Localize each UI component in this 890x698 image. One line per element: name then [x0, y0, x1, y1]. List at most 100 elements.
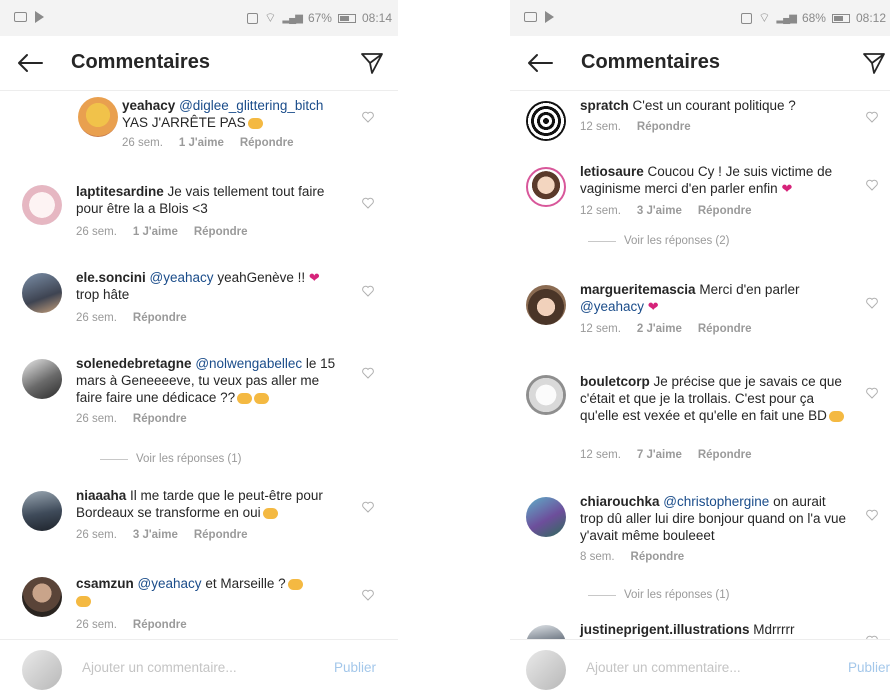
- comment-list[interactable]: spratch C'est un courant politique ? 12 …: [510, 91, 890, 641]
- avatar[interactable]: [22, 577, 62, 617]
- avatar[interactable]: [22, 359, 62, 399]
- comment-mention[interactable]: @diglee_glittering_bitch: [179, 98, 323, 113]
- comment-username[interactable]: yeahacy: [122, 98, 175, 113]
- avatar[interactable]: [526, 285, 566, 325]
- comment-username[interactable]: ele.soncini: [76, 270, 146, 285]
- battery-percent: 67%: [307, 11, 332, 25]
- phone-screen-left: ⌔ ▂▄▆ 67% 08:14 Commentaires yeahacy @di…: [0, 0, 398, 698]
- comment-time: 26 sem.: [76, 413, 117, 425]
- reply-button[interactable]: Répondre: [194, 529, 248, 541]
- comment-likes[interactable]: 1 J'aime: [133, 226, 178, 238]
- emoji-icon: [247, 117, 263, 129]
- comment-username[interactable]: solenedebretagne: [76, 356, 192, 371]
- avatar[interactable]: [526, 167, 566, 207]
- like-heart-icon[interactable]: [866, 111, 878, 123]
- emoji-icon: [287, 578, 303, 590]
- back-arrow-icon[interactable]: [16, 51, 44, 75]
- view-replies-link[interactable]: Voir les réponses (2): [588, 235, 729, 247]
- battery-percent: 68%: [801, 11, 826, 25]
- avatar[interactable]: [22, 273, 62, 313]
- status-time: 08:12: [855, 11, 886, 25]
- alarm-icon: [741, 12, 753, 24]
- emoji-icon: [237, 392, 253, 404]
- comment-mention[interactable]: @nolwengabellec: [195, 356, 302, 371]
- comment-username[interactable]: margueritemascia: [580, 282, 696, 297]
- reply-button[interactable]: Répondre: [631, 551, 685, 563]
- comment-likes[interactable]: 7 J'aime: [637, 449, 682, 461]
- like-heart-icon[interactable]: [362, 501, 374, 513]
- back-arrow-icon[interactable]: [526, 51, 554, 75]
- avatar: [22, 650, 62, 690]
- comment-text: C'est un courant politique ?: [632, 98, 796, 113]
- avatar: [526, 650, 566, 690]
- comment-username[interactable]: letiosaure: [580, 164, 644, 179]
- like-heart-icon[interactable]: [362, 285, 374, 297]
- comment-text: Mdrrrrr: [753, 622, 795, 637]
- comment-text: yeahGenève !!: [217, 270, 306, 285]
- view-replies-link[interactable]: Voir les réponses (1): [100, 453, 241, 465]
- publish-button[interactable]: Publier: [848, 660, 890, 675]
- comment-username[interactable]: csamzun: [76, 576, 134, 591]
- reply-button[interactable]: Répondre: [194, 226, 248, 238]
- comment-mention[interactable]: @christophergine: [663, 494, 769, 509]
- comment-input[interactable]: [586, 660, 786, 675]
- comment-mention[interactable]: @yeahacy: [138, 576, 202, 591]
- reply-button[interactable]: Répondre: [133, 312, 187, 324]
- header: Commentaires: [510, 36, 890, 91]
- emoji-icon: [828, 410, 844, 422]
- comment-likes[interactable]: 1 J'aime: [179, 137, 224, 149]
- view-replies-link[interactable]: Voir les réponses (1): [588, 589, 729, 601]
- comment-time: 12 sem.: [580, 205, 621, 217]
- heart-emoji-icon: ❤: [781, 181, 793, 196]
- comment-time: 26 sem.: [76, 529, 117, 541]
- like-heart-icon[interactable]: [362, 111, 374, 123]
- like-heart-icon[interactable]: [866, 179, 878, 191]
- avatar[interactable]: [526, 497, 566, 537]
- alarm-icon: [247, 12, 259, 24]
- comment-time: 12 sem.: [580, 121, 621, 133]
- status-time: 08:14: [361, 11, 392, 25]
- send-icon[interactable]: [862, 51, 886, 75]
- comment-username[interactable]: justineprigent.illustrations: [580, 622, 750, 637]
- like-heart-icon[interactable]: [866, 387, 878, 399]
- comment-likes[interactable]: 3 J'aime: [133, 529, 178, 541]
- heart-emoji-icon: ❤: [647, 299, 659, 314]
- comment-username[interactable]: bouletcorp: [580, 374, 650, 389]
- comment-time: 26 sem.: [122, 137, 163, 149]
- like-heart-icon[interactable]: [866, 509, 878, 521]
- reply-button[interactable]: Répondre: [240, 137, 294, 149]
- comment-list[interactable]: yeahacy @diglee_glittering_bitch YAS J'A…: [0, 91, 398, 641]
- avatar[interactable]: [526, 375, 566, 415]
- like-heart-icon[interactable]: [866, 297, 878, 309]
- avatar[interactable]: [22, 185, 62, 225]
- comment-username[interactable]: chiarouchka: [580, 494, 660, 509]
- comment-username[interactable]: spratch: [580, 98, 629, 113]
- like-heart-icon[interactable]: [362, 589, 374, 601]
- reply-button[interactable]: Répondre: [133, 413, 187, 425]
- reply-button[interactable]: Répondre: [698, 449, 752, 461]
- comment-mention[interactable]: @yeahacy: [150, 270, 214, 285]
- like-heart-icon[interactable]: [362, 197, 374, 209]
- status-bar: ⌔ ▂▄▆ 67% 08:14: [0, 0, 398, 36]
- reply-button[interactable]: Répondre: [637, 121, 691, 133]
- comment-mention[interactable]: @yeahacy: [580, 299, 644, 314]
- comment-username[interactable]: niaaaha: [76, 488, 126, 503]
- comment-likes[interactable]: 2 J'aime: [637, 323, 682, 335]
- reply-button[interactable]: Répondre: [698, 205, 752, 217]
- heart-emoji-icon: ❤: [308, 270, 320, 285]
- avatar[interactable]: [526, 101, 566, 141]
- divider: [588, 240, 616, 242]
- send-icon[interactable]: [360, 51, 384, 75]
- publish-button[interactable]: Publier: [334, 660, 376, 675]
- comment-input[interactable]: [82, 660, 282, 675]
- avatar[interactable]: [78, 97, 118, 137]
- reply-button[interactable]: Répondre: [133, 619, 187, 631]
- divider: [100, 458, 128, 460]
- signal-icon: ▂▄▆: [282, 12, 302, 24]
- comment-likes[interactable]: 3 J'aime: [637, 205, 682, 217]
- like-heart-icon[interactable]: [362, 367, 374, 379]
- reply-button[interactable]: Répondre: [698, 323, 752, 335]
- comment-username[interactable]: laptitesardine: [76, 184, 164, 199]
- divider: [588, 594, 616, 596]
- avatar[interactable]: [22, 491, 62, 531]
